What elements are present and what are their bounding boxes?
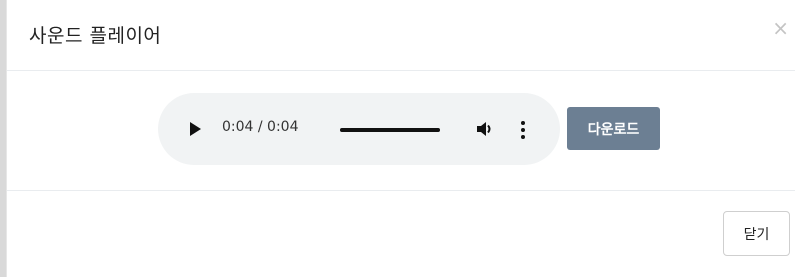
time-readout: 0:04 / 0:04 — [222, 119, 299, 135]
close-icon[interactable]: × — [772, 18, 789, 38]
modal-header: 사운드 플레이어 × — [7, 0, 795, 71]
audio-player: 0:04 / 0:04 — [158, 93, 560, 165]
progress-fill — [340, 128, 440, 132]
progress-slider[interactable] — [340, 128, 440, 132]
download-button[interactable]: 다운로드 — [567, 107, 660, 150]
modal-body: 0:04 / 0:04 다운로드 — [7, 71, 795, 191]
close-button[interactable]: 닫기 — [723, 211, 790, 256]
modal-footer: 닫기 — [7, 192, 795, 277]
sound-player-modal: 사운드 플레이어 × 0:04 / 0:04 다운로드 닫기 — [6, 0, 795, 277]
more-options-icon[interactable] — [520, 120, 526, 139]
volume-icon[interactable] — [476, 121, 494, 137]
play-icon[interactable] — [190, 122, 201, 136]
modal-title: 사운드 플레이어 — [29, 25, 162, 47]
